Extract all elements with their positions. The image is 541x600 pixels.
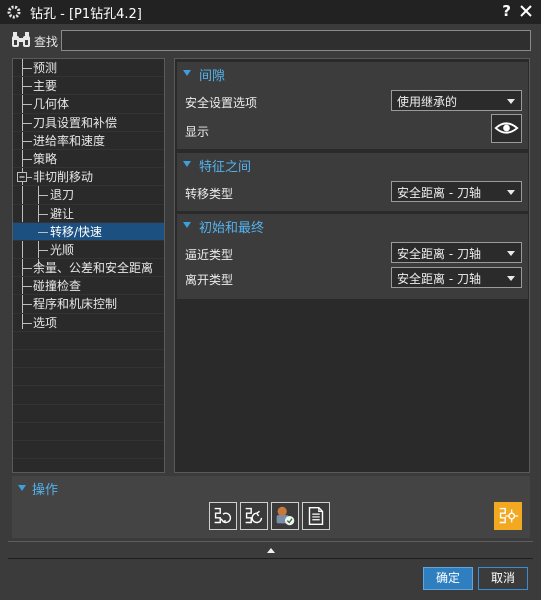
tree-item-feeds-speeds[interactable]: 进给率和速度: [13, 132, 164, 150]
generate-icon: [214, 507, 232, 524]
tree-item-stock-tolerance[interactable]: 余量、公差和安全距离: [13, 259, 164, 278]
section-initial-final-header[interactable]: 初始和最终: [177, 214, 528, 236]
gear-icon: [7, 5, 21, 19]
chevron-down-icon: [507, 99, 515, 104]
section-between-header[interactable]: 特征之间: [177, 153, 528, 175]
tree-item-geometry[interactable]: 几何体: [13, 95, 164, 114]
expand-triangle-icon[interactable]: [18, 485, 26, 491]
section-gap: 间隙 安全设置选项 使用继承的 显示: [177, 62, 528, 149]
find-row: 查找: [0, 28, 541, 54]
generate-button[interactable]: [209, 502, 237, 530]
safety-setting-dropdown[interactable]: 使用继承的: [391, 90, 522, 111]
tree-item-program-machine[interactable]: 程序和机床控制: [13, 295, 164, 314]
settings-panel: 间隙 安全设置选项 使用继承的 显示 特征之间 转移类型 安全距离 - 刀轴 初…: [174, 58, 530, 473]
find-label: 查找: [34, 35, 59, 49]
tree-item-options[interactable]: 选项: [13, 314, 164, 332]
approach-type-dropdown[interactable]: 安全距离 - 刀轴: [391, 242, 522, 263]
ok-button[interactable]: 确定: [423, 567, 473, 590]
list-icon: [308, 506, 324, 526]
expand-triangle-icon: [183, 161, 191, 167]
list-button[interactable]: [302, 502, 330, 530]
binoculars-icon: [12, 32, 30, 47]
chevron-up-icon[interactable]: [267, 548, 275, 553]
expand-triangle-icon: [183, 222, 191, 228]
tree-item-smoothing[interactable]: 光顺: [13, 241, 164, 260]
eye-icon: [494, 122, 519, 134]
divider: [8, 541, 533, 542]
help-button[interactable]: ?: [502, 2, 511, 20]
chevron-down-icon: [507, 190, 515, 195]
tree-empty-row: [13, 423, 164, 441]
display-button[interactable]: [491, 114, 522, 143]
navigation-tree[interactable]: 预测 主要 几何体 刀具设置和补偿 进给率和速度 策略 非切削移动 退刀 避让 …: [12, 58, 165, 473]
verify-button[interactable]: [271, 502, 299, 530]
tree-item-avoidance[interactable]: 避让: [13, 205, 164, 223]
tree-empty-row: [13, 386, 164, 405]
tree-empty-row: [13, 368, 164, 387]
collapse-icon[interactable]: [17, 172, 27, 183]
tree-item-strategy[interactable]: 策略: [13, 150, 164, 169]
divider: [8, 558, 533, 559]
depart-type-dropdown[interactable]: 安全距离 - 刀轴: [391, 267, 522, 288]
close-icon[interactable]: [519, 4, 533, 18]
operations-group: 操作: [12, 476, 530, 538]
chevron-down-icon: [507, 276, 515, 281]
chevron-down-icon: [507, 251, 515, 256]
display-label: 显示: [185, 125, 210, 139]
feature-icon: [499, 507, 519, 524]
tree-item-transfer-rapid[interactable]: 转移/快速: [13, 222, 164, 241]
section-between-features: 特征之间 转移类型 安全距离 - 刀轴: [177, 153, 528, 211]
replay-button[interactable]: [240, 502, 268, 530]
tree-empty-row: [13, 441, 164, 460]
cancel-button[interactable]: 取消: [478, 567, 528, 590]
section-gap-header[interactable]: 间隙: [177, 62, 528, 84]
tree-empty-row: [13, 405, 164, 423]
tree-empty-row: [13, 332, 164, 350]
find-input[interactable]: [61, 30, 531, 51]
tree-item-retract[interactable]: 退刀: [13, 186, 164, 205]
tree-item-tool-settings[interactable]: 刀具设置和补偿: [13, 114, 164, 132]
window-title: 钻孔 - [P1钻孔4.2]: [30, 6, 142, 22]
tree-item-collision-check[interactable]: 碰撞检查: [13, 277, 164, 296]
expand-triangle-icon: [183, 70, 191, 76]
replay-icon: [245, 507, 263, 524]
transfer-type-label: 转移类型: [185, 187, 234, 201]
safety-setting-label: 安全设置选项: [185, 96, 258, 110]
depart-type-label: 离开类型: [185, 273, 234, 287]
feature-button[interactable]: [494, 502, 522, 530]
section-initial-final: 初始和最终 逼近类型 安全距离 - 刀轴 离开类型 安全距离 - 刀轴: [177, 214, 528, 299]
tree-empty-row: [13, 350, 164, 369]
tree-item-non-cutting-moves[interactable]: 非切削移动: [13, 168, 164, 187]
transfer-type-dropdown[interactable]: 安全距离 - 刀轴: [391, 181, 522, 202]
operations-title: 操作: [32, 483, 59, 498]
title-bar: 钻孔 - [P1钻孔4.2] ?: [0, 0, 541, 24]
approach-type-label: 逼近类型: [185, 248, 234, 262]
verify-icon: [276, 506, 295, 526]
tree-item-prediction[interactable]: 预测: [13, 59, 164, 78]
tree-item-main[interactable]: 主要: [13, 77, 164, 96]
